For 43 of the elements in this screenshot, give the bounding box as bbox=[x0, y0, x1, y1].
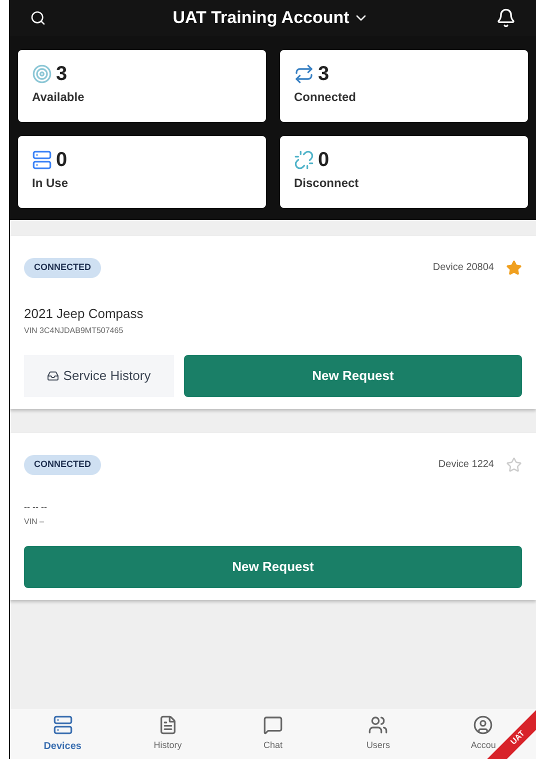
stat-label: Available bbox=[32, 89, 86, 106]
nav-tab[interactable]: Devices bbox=[44, 714, 82, 754]
user-icon bbox=[473, 715, 494, 736]
account-selector[interactable]: UAT Training Account bbox=[172, 5, 370, 31]
vin-text: VIN 3C4NJDAB9MT507465 bbox=[24, 325, 124, 337]
vehicle-name: -- -- -- bbox=[24, 500, 48, 514]
stat-label: In Use bbox=[32, 175, 70, 192]
device-number: Device 1224 bbox=[438, 458, 494, 472]
chat-icon bbox=[262, 715, 283, 736]
vin-text: VIN – bbox=[24, 516, 46, 528]
arrows-icon bbox=[294, 64, 314, 84]
stat-count: 0 bbox=[56, 150, 68, 170]
target-icon bbox=[32, 64, 52, 84]
new-request-button[interactable]: New Request bbox=[24, 546, 522, 588]
inbox-icon bbox=[47, 370, 60, 382]
stat-card[interactable]: 0 Disconnect bbox=[280, 136, 528, 208]
nav-tab[interactable]: Chat bbox=[262, 715, 283, 753]
vehicle-name: 2021 Jeep Compass bbox=[24, 304, 144, 323]
star-icon[interactable] bbox=[506, 456, 522, 473]
users-icon bbox=[368, 715, 388, 736]
stat-count: 3 bbox=[318, 64, 330, 84]
server-icon bbox=[32, 150, 52, 170]
nav-tab[interactable]: Users bbox=[366, 715, 390, 753]
document-icon bbox=[158, 715, 178, 736]
status-badge: CONNECTED bbox=[24, 455, 102, 474]
new-request-button[interactable]: New Request bbox=[184, 355, 522, 397]
unlink-icon bbox=[294, 150, 314, 170]
nav-tab[interactable]: Accou bbox=[470, 715, 496, 753]
stat-label: Connected bbox=[294, 89, 358, 106]
stat-count: 0 bbox=[318, 150, 330, 170]
bell-icon[interactable] bbox=[496, 8, 516, 28]
stat-label: Disconnect bbox=[294, 175, 360, 192]
stat-card[interactable]: 0 In Use bbox=[18, 136, 266, 208]
stat-card[interactable]: 3 Connected bbox=[280, 50, 528, 122]
server-icon bbox=[52, 714, 73, 734]
stat-count: 3 bbox=[56, 64, 68, 84]
status-badge: CONNECTED bbox=[24, 258, 102, 278]
nav-tab[interactable]: History bbox=[154, 715, 182, 753]
stat-card[interactable]: 3 Available bbox=[18, 50, 266, 122]
service-history-button[interactable]: Service History bbox=[24, 355, 174, 397]
search-icon[interactable] bbox=[30, 10, 46, 26]
star-icon[interactable] bbox=[506, 260, 522, 276]
device-number: Device 20804 bbox=[432, 261, 494, 276]
